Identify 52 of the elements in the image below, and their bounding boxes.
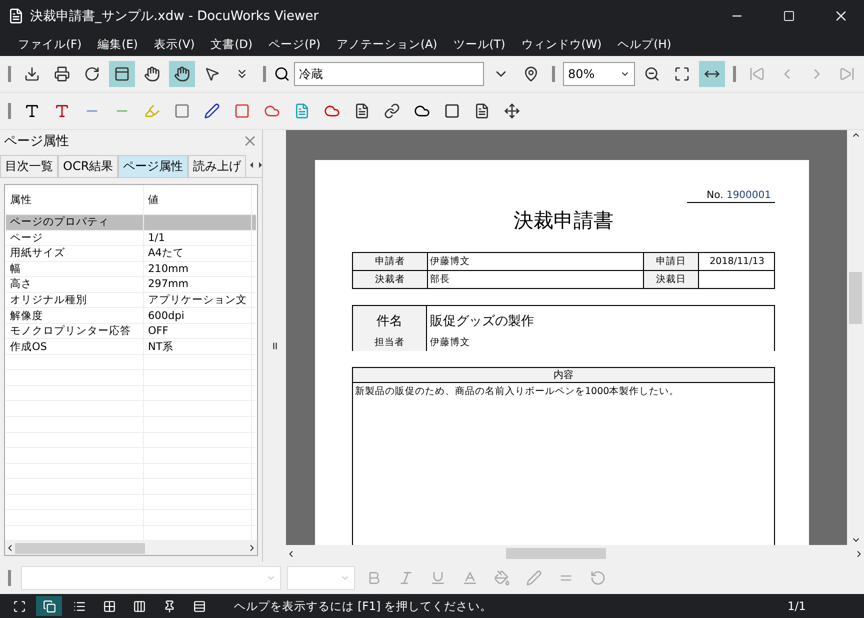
- panel-tab[interactable]: 目次一覧: [0, 155, 58, 177]
- property-name: 高さ: [6, 277, 144, 292]
- property-name: ページ: [6, 230, 144, 246]
- menu-item[interactable]: アノテーション(A): [328, 36, 446, 52]
- property-value: NT系: [144, 339, 252, 354]
- column-header: 属性: [6, 185, 144, 214]
- menu-item[interactable]: 文書(D): [202, 36, 261, 52]
- menu-item[interactable]: ファイル(F): [10, 36, 90, 52]
- form-label: 件名: [353, 306, 427, 334]
- property-name: 作成OS: [6, 339, 144, 354]
- property-name: 用紙サイズ: [6, 246, 144, 261]
- menu-item[interactable]: ウィンドウ(W): [513, 36, 610, 52]
- form-label: 申請者: [352, 252, 428, 270]
- menu-item[interactable]: 編集(E): [90, 36, 146, 52]
- form-value: 2018/11/13: [698, 252, 774, 270]
- property-value: A4たて: [144, 246, 252, 261]
- property-value: 1/1: [144, 230, 252, 246]
- search-field[interactable]: 冷蔵: [294, 62, 484, 86]
- form-label: 申請日: [644, 252, 698, 270]
- property-value: 297mm: [144, 277, 252, 292]
- property-name: モノクロプリンター応答: [6, 324, 144, 338]
- menu-item[interactable]: ヘルプ(H): [610, 36, 680, 52]
- form-label: 担当者: [353, 334, 427, 351]
- form-label: 決裁者: [352, 270, 428, 288]
- document-number: No. 1900001: [686, 190, 775, 203]
- document-title: 決裁申請書: [512, 207, 614, 234]
- window-title: 決裁申請書_サンプル.xdw - DocuWorks Viewer: [30, 8, 320, 25]
- property-value: 600dpi: [144, 308, 252, 323]
- form-label: 内容: [352, 367, 775, 383]
- property-name: 幅: [6, 262, 144, 276]
- property-name: ページのプロパティ: [6, 215, 144, 230]
- form-value: 伊藤博文: [428, 252, 644, 270]
- menu-item[interactable]: ツール(T): [445, 36, 514, 52]
- status-message: ヘルプを表示するには [F1] を押してください。: [234, 598, 494, 614]
- column-header: 値: [144, 185, 252, 214]
- panel-title: ページ属性: [4, 133, 69, 150]
- property-name: 解像度: [6, 308, 144, 323]
- menu-item[interactable]: 表示(V): [146, 36, 203, 52]
- form-value: 部長: [428, 270, 644, 288]
- menu-item[interactable]: ページ(P): [260, 36, 328, 52]
- form-label: 決裁日: [644, 270, 698, 288]
- zoom-field[interactable]: 80%: [563, 62, 635, 86]
- property-name: オリジナル種別: [6, 292, 144, 308]
- panel-tab[interactable]: OCR結果: [58, 155, 118, 177]
- property-value: アプリケーション文: [144, 292, 252, 308]
- panel-tab[interactable]: ページ属性: [118, 155, 188, 177]
- property-value: OFF: [144, 324, 252, 338]
- subject-text: 販促グッズの製作: [429, 313, 535, 331]
- page-indicator: 1/1: [787, 599, 806, 613]
- form-value: 伊藤博文: [429, 336, 471, 350]
- property-value: 210mm: [144, 262, 252, 276]
- panel-tab[interactable]: 読み上げ: [188, 155, 246, 177]
